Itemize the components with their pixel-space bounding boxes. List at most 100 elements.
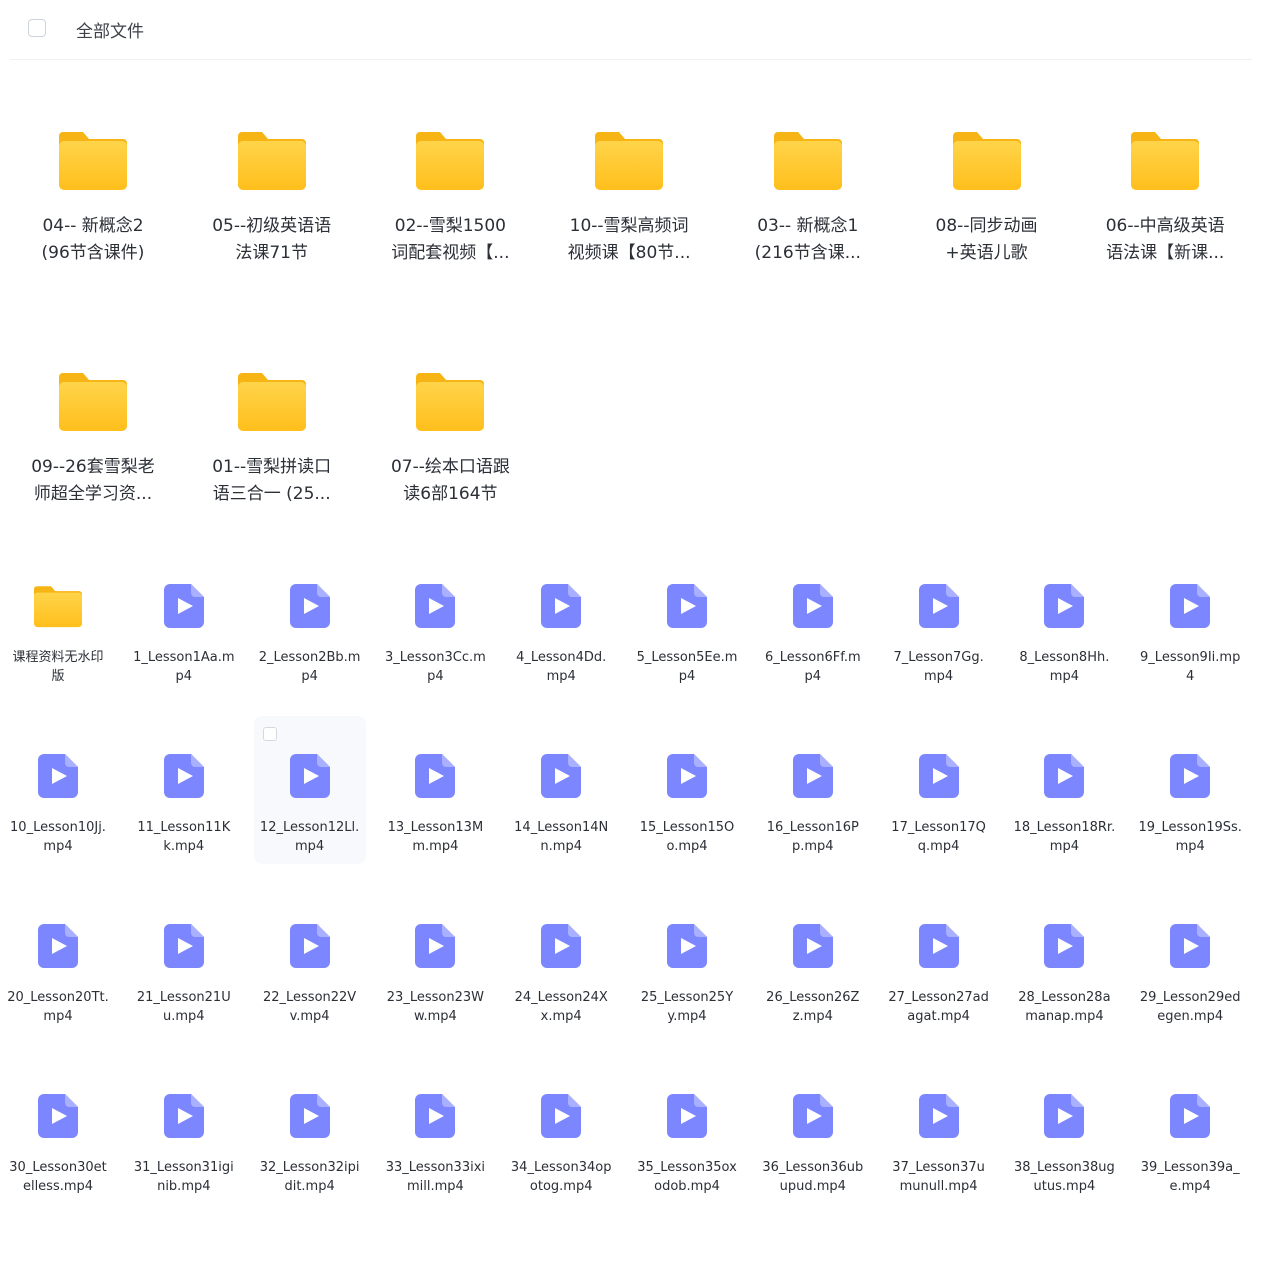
video-file-item[interactable]: 5_Lesson5Ee.m p4 [630, 584, 744, 686]
video-file-icon [792, 584, 833, 628]
video-file-icon [541, 584, 582, 628]
file-name: 1_Lesson1Aa.m p4 [133, 650, 235, 684]
video-file-item[interactable]: 19_Lesson19Ss. mp4 [1133, 754, 1247, 856]
folder-row: 04-- 新概念2 (96节含课件) 05--初级英语语 法课71节 02--雪梨150… [8, 130, 1268, 371]
video-file-item[interactable]: 38_Lesson38ug utus.mp4 [1007, 1094, 1121, 1196]
file-name: 16_Lesson16P p.mp4 [766, 820, 859, 854]
video-file-icon [792, 1094, 833, 1138]
video-file-icon [1170, 1094, 1211, 1138]
file-name: 23_Lesson23W w.mp4 [386, 990, 484, 1024]
video-file-icon [163, 924, 204, 968]
video-file-icon [289, 584, 330, 628]
video-file-item[interactable]: 8_Lesson8Hh. mp4 [1007, 584, 1121, 686]
file-name: 7_Lesson7Gg. mp4 [893, 650, 984, 684]
video-file-item[interactable]: 17_Lesson17Q q.mp4 [882, 754, 996, 856]
folder-name: 08--同步动画 +英语儿歌 [935, 216, 1038, 263]
video-file-item[interactable]: 14_Lesson14N n.mp4 [504, 754, 618, 856]
video-file-icon [541, 754, 582, 798]
folder-name: 03-- 新概念1 (216节含课... [754, 216, 861, 263]
video-file-icon [792, 924, 833, 968]
video-file-icon [415, 754, 456, 798]
video-file-item[interactable]: 32_Lesson32ipi dit.mp4 [253, 1094, 367, 1196]
video-file-icon [541, 1094, 582, 1138]
file-name: 24_Lesson24X x.mp4 [514, 990, 608, 1024]
file-name: 29_Lesson29ed egen.mp4 [1139, 990, 1241, 1024]
folder-icon [237, 130, 306, 190]
video-file-icon [1044, 924, 1085, 968]
video-file-icon [163, 584, 204, 628]
folder-item[interactable]: 09--26套雪梨老 师超全学习资... [8, 371, 178, 508]
video-file-item[interactable]: 37_Lesson37u munull.mp4 [882, 1094, 996, 1196]
folder-item[interactable]: 08--同步动画 +英语儿歌 [902, 130, 1072, 267]
video-file-icon [667, 584, 707, 628]
file-name: 34_Lesson34op otog.mp4 [510, 1160, 612, 1194]
video-file-item[interactable]: 28_Lesson28a manap.mp4 [1007, 924, 1121, 1026]
folder-icon [773, 130, 842, 190]
file-name: 6_Lesson6Ff.m p4 [764, 650, 861, 684]
video-file-item[interactable]: 2_Lesson2Bb.m p4 [253, 584, 367, 686]
folder-item[interactable]: 课程资料无水印版 [1, 584, 115, 686]
video-file-item[interactable]: 23_Lesson23W w.mp4 [378, 924, 492, 1026]
video-file-item[interactable]: 22_Lesson22V v.mp4 [253, 924, 367, 1026]
video-file-item[interactable]: 33_Lesson33ixi mill.mp4 [378, 1094, 492, 1196]
video-file-icon [38, 754, 78, 798]
video-file-item[interactable]: 24_Lesson24X x.mp4 [504, 924, 618, 1026]
file-name: 11_Lesson11K k.mp4 [137, 820, 231, 854]
folder-name: 04-- 新概念2 (96节含课件) [41, 216, 145, 263]
video-file-item[interactable]: 29_Lesson29ed egen.mp4 [1133, 924, 1247, 1026]
video-file-item[interactable]: 7_Lesson7Gg. mp4 [882, 584, 996, 686]
video-file-item[interactable]: 31_Lesson31igi nib.mp4 [127, 1094, 241, 1196]
video-file-item[interactable]: 21_Lesson21U u.mp4 [127, 924, 241, 1026]
folder-icon [416, 130, 485, 190]
video-file-item[interactable]: 11_Lesson11K k.mp4 [127, 754, 241, 856]
video-file-item[interactable]: 20_Lesson20Tt. mp4 [1, 924, 115, 1026]
video-file-item[interactable]: 3_Lesson3Cc.m p4 [378, 584, 492, 686]
video-file-item[interactable]: 27_Lesson27ad agat.mp4 [882, 924, 996, 1026]
file-row: 10_Lesson10Jj. mp4 11_Lesson11K k.mp4 12_Les… [0, 754, 1269, 924]
video-file-item[interactable]: 35_Lesson35ox odob.mp4 [630, 1094, 744, 1196]
folder-icon [416, 371, 485, 431]
folder-item[interactable]: 01--雪梨拼读口 语三合一 (25... [187, 371, 357, 508]
video-file-item[interactable]: 26_Lesson26Z z.mp4 [756, 924, 870, 1026]
breadcrumb-all-files[interactable]: 全部文件 [76, 17, 144, 42]
video-file-item[interactable]: 39_Lesson39a_ e.mp4 [1133, 1094, 1247, 1196]
video-file-item[interactable]: 9_Lesson9Ii.mp 4 [1133, 584, 1247, 686]
select-all-checkbox[interactable] [28, 19, 46, 37]
folder-item[interactable]: 03-- 新概念1 (216节含课... [723, 130, 893, 267]
video-file-item[interactable]: 4_Lesson4Dd. mp4 [504, 584, 618, 686]
file-name: 2_Lesson2Bb.m p4 [258, 650, 361, 684]
file-name: 20_Lesson20Tt. mp4 [7, 990, 109, 1024]
folder-icon [595, 130, 664, 190]
folder-item[interactable]: 04-- 新概念2 (96节含课件) [8, 130, 178, 267]
folder-item[interactable]: 02--雪梨1500 词配套视频【... [365, 130, 535, 267]
file-name: 36_Lesson36ub upud.mp4 [762, 1160, 864, 1194]
folder-item[interactable]: 10--雪梨高频词 视频课【80节... [544, 130, 714, 267]
video-file-item[interactable]: 34_Lesson34op otog.mp4 [504, 1094, 618, 1196]
file-name: 5_Lesson5Ee.m p4 [636, 650, 738, 684]
video-file-icon [1044, 754, 1085, 798]
video-file-icon [541, 924, 582, 968]
video-file-item[interactable]: 13_Lesson13M m.mp4 [378, 754, 492, 856]
folder-item[interactable]: 07--绘本口语跟 读6部164节 [365, 371, 535, 508]
video-file-item[interactable]: 30_Lesson30et elless.mp4 [1, 1094, 115, 1196]
video-file-icon [1170, 584, 1211, 628]
video-file-item[interactable]: 1_Lesson1Aa.m p4 [127, 584, 241, 686]
folder-item[interactable]: 05--初级英语语 法课71节 [187, 130, 357, 267]
file-name: 8_Lesson8Hh. mp4 [1019, 650, 1110, 684]
video-file-item[interactable]: 6_Lesson6Ff.m p4 [756, 584, 870, 686]
video-file-item[interactable]: 25_Lesson25Y y.mp4 [630, 924, 744, 1026]
folder-name: 01--雪梨拼读口 语三合一 (25... [212, 457, 332, 504]
video-file-item[interactable]: 16_Lesson16P p.mp4 [756, 754, 870, 856]
video-file-icon [1044, 584, 1085, 628]
video-file-item[interactable]: 36_Lesson36ub upud.mp4 [756, 1094, 870, 1196]
file-name: 14_Lesson14N n.mp4 [514, 820, 609, 854]
video-file-item[interactable]: 18_Lesson18Rr. mp4 [1007, 754, 1121, 856]
video-file-item[interactable]: 15_Lesson15O o.mp4 [630, 754, 744, 856]
video-file-item[interactable]: 10_Lesson10Jj. mp4 [1, 754, 115, 856]
video-file-icon [1044, 1094, 1085, 1138]
video-file-item[interactable]: 12_Lesson12Ll. mp4 [253, 754, 367, 856]
file-name: 17_Lesson17Q q.mp4 [891, 820, 986, 854]
file-name: 13_Lesson13M m.mp4 [387, 820, 484, 854]
video-file-icon [918, 1094, 959, 1138]
folder-item[interactable]: 06--中高级英语 语法课【新课... [1080, 130, 1250, 267]
